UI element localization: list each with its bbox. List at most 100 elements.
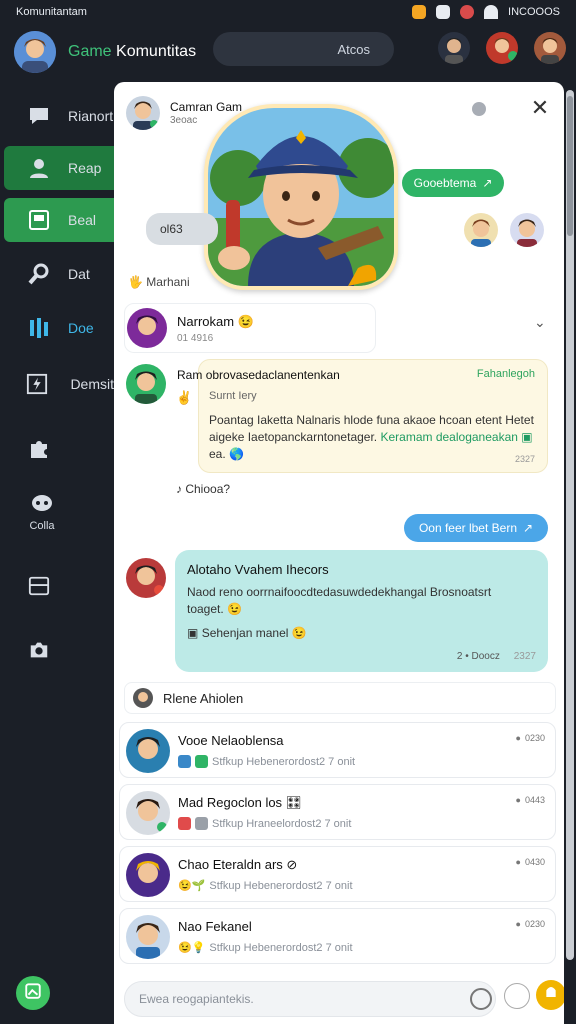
list-item-time-text: 0230 (524, 733, 545, 743)
member-avatar[interactable] (510, 213, 544, 247)
list-item-name-text: Mad Regoclon los (178, 795, 283, 810)
message-body: Poantag Iaketta Nalnaris hlode funa akao… (209, 413, 534, 461)
list-item-preview: Stfkup Hraneelordost2 7 onit (178, 817, 351, 830)
sticker-button[interactable] (504, 983, 530, 1009)
wifi-icon (484, 5, 499, 19)
camera-icon (26, 637, 52, 663)
list-item-name: Chao Eteraldn ars ⊘ (178, 857, 298, 872)
doc-icon: ▣ (521, 430, 533, 444)
incoming-message-text: Naod reno oorrnaifoocdtedasuwdedekhangal… (187, 585, 492, 616)
close-button[interactable]: ✕ (528, 95, 552, 120)
sidebar-item-label: Demsit (70, 376, 114, 392)
image-icon (24, 982, 42, 1005)
list-item-time: ● 0443 (516, 795, 545, 805)
more-options-button[interactable] (472, 102, 486, 116)
group-header[interactable]: Rlene Ahiolen (124, 682, 556, 714)
send-button[interactable] (536, 980, 564, 1010)
message-bubble-short: ol63 (146, 213, 218, 245)
list-item[interactable]: Mad Regoclon los 🎛 Stfkup Hraneelordost2… (119, 784, 556, 840)
top-bar: Game Komuntitas Atcos (0, 24, 576, 80)
chat-header-avatar[interactable] (126, 96, 160, 130)
bars-icon (26, 315, 52, 341)
outgoing-message-text: Oon feer lbet Bern (418, 521, 517, 535)
status-bar: Komunitantam INCOOOS (0, 0, 576, 24)
incoming-message-meta-right: 2327 (513, 651, 536, 662)
sidebar-item-label: Doe (68, 320, 94, 336)
message-sender-name: Ram (177, 368, 203, 382)
scrollbar-thumb[interactable] (567, 96, 573, 236)
notification-row[interactable]: Narrokam 😉 01 4916 (124, 303, 376, 353)
list-item[interactable]: Vooe Nelaoblensa Stfkup Hebenerordost2 7… (119, 722, 556, 778)
list-item-preview: 😉💡 Stfkup Hebenerordost2 7 onit (178, 941, 353, 955)
wrench-icon (26, 261, 52, 287)
clock-icon: ● (515, 919, 521, 929)
chat-panel: Camran Gam 3eoac ✕ Gooebtema ↗ ol63 🖐 Ma… (114, 82, 564, 1024)
flag-icon (460, 5, 475, 19)
join-group-button[interactable]: Gooebtema ↗ (402, 169, 504, 197)
join-group-label: Gooebtema (413, 176, 477, 190)
list-item[interactable]: Nao Fekanel 😉💡 Stfkup Hebenerordost2 7 o… (119, 908, 556, 964)
list-item-time-text: 0430 (524, 857, 545, 867)
notification-name-text: Narrokam (177, 314, 235, 329)
friend-avatar[interactable] (486, 32, 518, 64)
sidebar-item-camera[interactable] (4, 628, 114, 672)
search-input[interactable]: Atcos (213, 32, 394, 66)
group-avatar (133, 688, 153, 708)
member-avatar[interactable] (464, 213, 498, 247)
status-text: Komunitantam (16, 6, 87, 18)
message-card: Ram obrovasedaclanentenkan Fahanlegoh Su… (177, 359, 548, 473)
sidebar-item-rianort[interactable]: Rianort (4, 94, 114, 138)
new-post-button[interactable] (16, 976, 50, 1010)
lightning-icon (26, 371, 48, 397)
user-avatar[interactable] (14, 31, 56, 73)
message-input[interactable]: Ewea reogapiantekis. (124, 981, 496, 1017)
chevron-down-icon[interactable]: ⌄ (534, 314, 546, 331)
sidebar-item-label: Rianort (68, 108, 114, 124)
sidebar-item-dat[interactable]: Dat (4, 252, 114, 296)
friend-avatar[interactable] (438, 32, 470, 64)
incoming-message-meta: 2 • Doocz 2327 (457, 651, 536, 662)
sidebar-item-label: Beal (68, 212, 97, 228)
emoji-icon: 😉🌱 (178, 880, 206, 892)
sidebar-item-reap[interactable]: Reap (4, 146, 114, 190)
sidebar-item-puzzle[interactable] (4, 426, 114, 470)
sidebar-item-demsit[interactable]: Demsit (4, 362, 114, 406)
message-title-line: obrovasedaclanentenkan (205, 368, 340, 382)
app-icon (436, 5, 451, 19)
sidebar: Rianort Reap Beal Dat Doe Demsit Colla (0, 80, 114, 1024)
board-icon (26, 207, 52, 233)
arrow-icon: ↗ (482, 176, 493, 190)
message-body-link[interactable]: Keramam dealoganeakan (380, 430, 517, 444)
sidebar-item-colla[interactable]: Colla (4, 486, 80, 536)
list-item-name: Mad Regoclon los 🎛 (178, 795, 303, 810)
user-icon (26, 155, 52, 181)
outgoing-message: Oon feer lbet Bern ↗ (404, 514, 548, 542)
sender-avatar[interactable] (126, 558, 166, 598)
list-item[interactable]: Chao Eteraldn ars ⊘ 😉🌱 Stfkup Hebenerord… (119, 846, 556, 902)
list-item-preview-text: Stfkup Hebenerordost2 7 onit (212, 755, 356, 768)
list-item-preview: Stfkup Hebenerordost2 7 onit (178, 755, 355, 768)
list-item-preview-text: Stfkup Hebenerordost2 7 onit (209, 879, 353, 892)
sidebar-item-label: Reap (68, 160, 102, 176)
tag-icon (195, 755, 208, 768)
sidebar-item-window[interactable] (4, 564, 114, 608)
sidebar-item-label: Dat (68, 266, 90, 282)
sidebar-item-beal[interactable]: Beal (4, 198, 114, 242)
incoming-message-meta-left: 2 • Doocz (456, 651, 500, 662)
message-time: 2327 (514, 454, 535, 464)
list-avatar (126, 791, 170, 835)
attachment-row[interactable]: ▣ Sehenjan manel 😉 (187, 626, 307, 640)
incoming-message-body: Naod reno oorrnaifoocdtedasuwdedekhangal… (187, 585, 492, 616)
gamepad-icon (29, 490, 55, 516)
message-link[interactable]: Fahanlegoh (477, 368, 535, 380)
list-item-preview: 😉🌱 Stfkup Hebenerordost2 7 onit (178, 879, 353, 893)
emoji-picker-icon[interactable] (470, 988, 492, 1010)
list-item-time: ● 0230 (516, 733, 545, 743)
top-avatars (438, 32, 566, 64)
friend-avatar[interactable] (534, 32, 566, 64)
sender-avatar[interactable] (126, 364, 166, 404)
clock-icon: ● (515, 733, 521, 743)
composer-placeholder: Ewea reogapiantekis. (139, 992, 254, 1006)
reply-indicator[interactable]: ♪ Chiooa? (176, 482, 230, 496)
sidebar-item-doe[interactable]: Doe (4, 306, 114, 350)
